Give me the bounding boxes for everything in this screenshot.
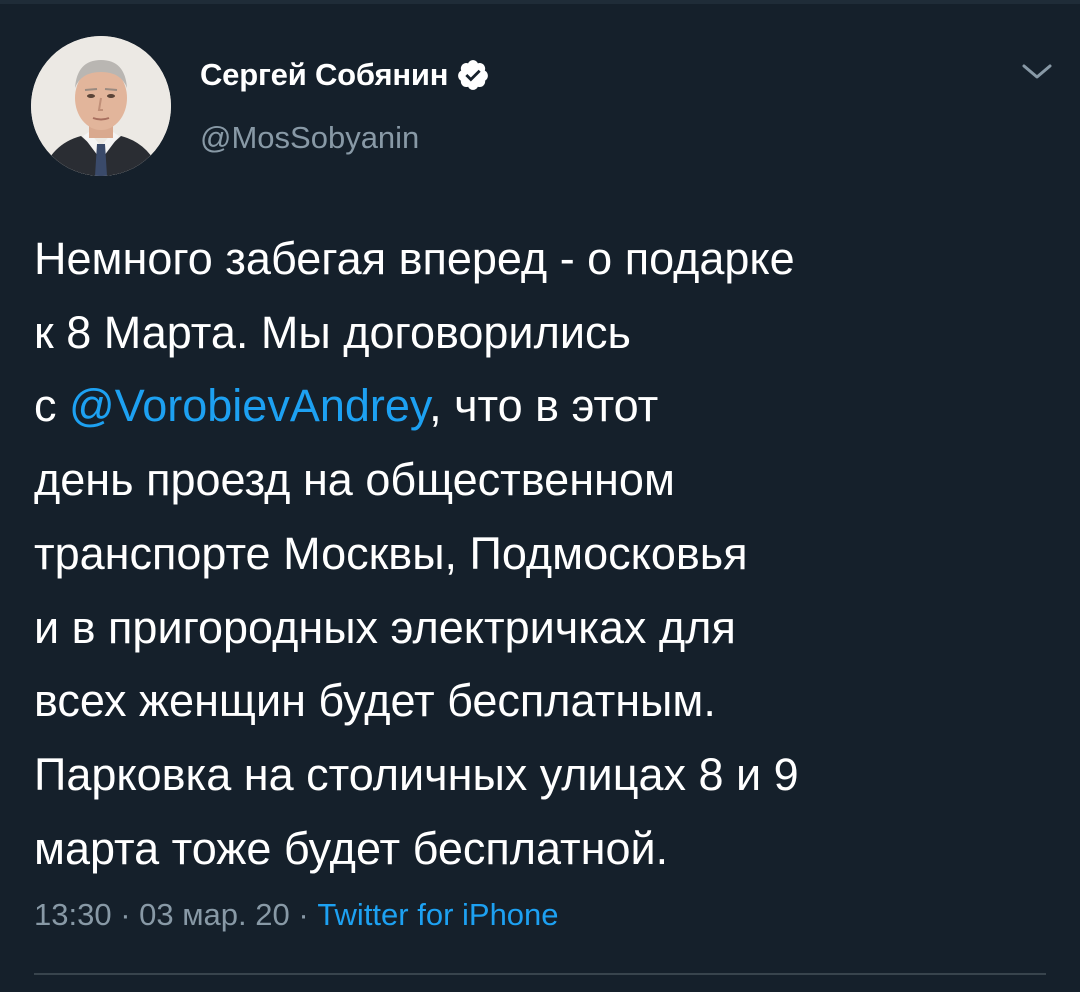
- tweet-line: день проезд на общественном: [34, 454, 675, 506]
- mention-link[interactable]: @VorobievAndrey: [69, 380, 429, 431]
- tweet-text: Немного забегая вперед - о подарке к 8 М…: [34, 222, 1064, 885]
- avatar[interactable]: [31, 36, 171, 176]
- tweet-line-suffix: , что в этот: [429, 380, 659, 432]
- tweet-line: и в пригородных электричках для: [34, 601, 736, 653]
- author-name-row[interactable]: Сергей Собянин: [200, 55, 490, 95]
- tweet-line: Парковка на столичных улицах 8 и 9: [34, 748, 799, 800]
- tweet-line: к 8 Марта. Мы договорились: [34, 306, 631, 358]
- display-name[interactable]: Сергей Собянин: [200, 57, 448, 93]
- profile-photo-image: [31, 36, 171, 176]
- meta-separator: ·: [111, 897, 140, 932]
- tweet-line: с @VorobievAndrey, что в этот: [34, 369, 1064, 443]
- tweet-line-prefix: с: [34, 380, 70, 432]
- tweet-line: Немного забегая вперед - о подарке: [34, 233, 795, 284]
- verified-badge-icon: [458, 60, 489, 90]
- tweet-line: всех женщин будет бесплатным.: [34, 675, 716, 727]
- bottom-divider: [34, 973, 1046, 975]
- tweet-date[interactable]: 03 мар. 20: [139, 897, 290, 932]
- top-divider: [0, 0, 1080, 4]
- tweet-source-link[interactable]: Twitter for iPhone: [317, 897, 558, 932]
- meta-separator: ·: [289, 897, 318, 932]
- author-handle[interactable]: @MosSobyanin: [200, 120, 419, 156]
- tweet-line: транспорте Москвы, Подмосковья: [34, 527, 748, 579]
- tweet-time[interactable]: 13:30: [34, 897, 112, 932]
- tweet-line: марта тоже будет бесплатной.: [34, 822, 669, 874]
- tweet-meta: 13:30 · 03 мар. 20 · Twitter for iPhone: [34, 897, 559, 933]
- chevron-down-icon[interactable]: [1020, 62, 1054, 82]
